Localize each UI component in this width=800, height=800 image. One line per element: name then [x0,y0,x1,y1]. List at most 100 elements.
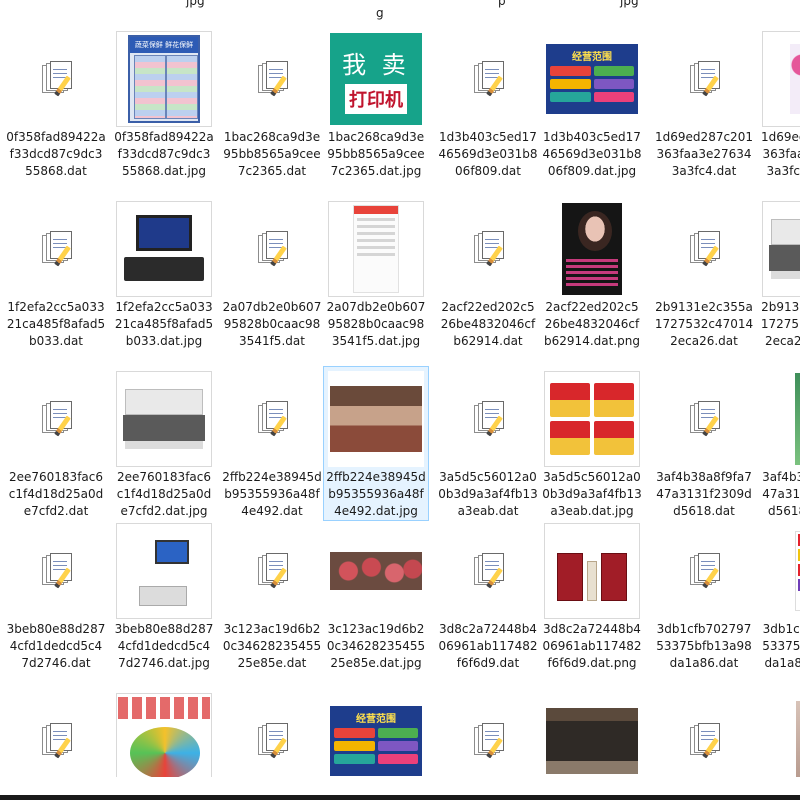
file-thumbnail[interactable] [116,371,212,467]
document-file-icon [472,231,504,267]
file-thumbnail[interactable] [762,371,800,467]
file-item[interactable] [219,688,325,777]
file-thumbnail[interactable] [440,201,536,297]
file-thumbnail[interactable] [440,31,536,127]
document-file-icon [688,553,720,589]
image-file-item[interactable]: 1d69ed287c201363faa3e276343a3fc4.dat.jpg [757,26,800,181]
file-thumbnail[interactable] [8,201,104,297]
file-thumbnail[interactable] [8,523,104,619]
document-file-icon [688,723,720,759]
file-item[interactable]: 2ffb224e38945db95355936a48f4e492.dat [219,366,325,521]
taskbar-edge [0,795,800,800]
file-thumbnail[interactable] [656,201,752,297]
document-file-icon [256,61,288,97]
image-file-item[interactable]: 3db1cfb70279753375bfb13a98da1a86.dat.jpg [757,518,800,673]
image-file-item[interactable]: 3d8c2a72448b406961ab117482f6f6d9.dat.png [539,518,645,673]
file-item[interactable]: 3c123ac19d6b20c34628235455 25e85e.dat [219,518,325,673]
file-thumbnail[interactable] [440,693,536,777]
file-thumbnail[interactable] [116,201,212,297]
file-item[interactable]: 3af4b38a8f9fa747a3131f2309dd5618.dat [651,366,757,521]
image-file-item[interactable]: 3beb80e88d2874cfd1dedcd5c47d2746.dat.jpg [111,518,217,673]
image-file-item[interactable]: 蔬菜保鲜 鲜花保鲜 0f358fad89422af33dcd87c9dc35586… [111,26,217,181]
file-item[interactable]: 2b9131e2c355a1727532c470142eca26.dat [651,196,757,351]
file-thumbnail[interactable] [224,523,320,619]
image-file-item[interactable]: 2acf22ed202c526be4832046cfb62914.dat.png [539,196,645,351]
file-item[interactable]: 0f358fad89422af33dcd87c9dc355868.dat [3,26,109,181]
file-name-label: 2ee760183fac6c1f4d18d25a0de7cfd2.dat [8,470,104,518]
clipped-labels-row: jpg p jpg g [0,0,800,22]
image-file-item[interactable] [539,688,645,777]
file-thumbnail[interactable] [224,31,320,127]
file-thumbnail[interactable] [656,31,752,127]
document-file-icon [256,401,288,437]
file-thumbnail[interactable] [224,371,320,467]
document-file-icon [472,401,504,437]
file-thumbnail[interactable]: 经营范围 [544,31,640,127]
file-item[interactable]: 3beb80e88d2874cfd1dedcd5c47d2746.dat [3,518,109,673]
file-thumbnail[interactable] [656,371,752,467]
sell-printer-image: 我 卖打印机 [330,33,422,125]
file-item[interactable]: 3db1cfb70279753375bfb13a98da1a86.dat [651,518,757,673]
file-thumbnail[interactable] [762,523,800,619]
image-file-item[interactable]: 3af4b38a8f9fa747a3131f2309dd5618.dat.jpg [757,366,800,521]
file-item[interactable]: 2acf22ed202c526be4832046cfb62914.dat [435,196,541,351]
file-item[interactable]: 2ee760183fac6c1f4d18d25a0de7cfd2.dat [3,366,109,521]
file-item[interactable]: 3d8c2a72448b406961ab117482f6f6d9.dat [435,518,541,673]
image-file-item[interactable]: 3a5d5c56012a00b3d9a3af4fb13a3eab.dat.jpg [539,366,645,521]
file-item[interactable] [651,688,757,777]
file-thumbnail[interactable] [440,371,536,467]
file-thumbnail[interactable] [762,693,800,777]
beauty-poster-image [562,203,622,295]
file-thumbnail[interactable] [116,523,212,619]
image-file-item[interactable] [111,688,217,777]
file-thumbnail[interactable] [328,371,424,467]
file-thumbnail[interactable] [440,523,536,619]
file-thumbnail[interactable] [656,693,752,777]
file-thumbnail[interactable] [328,201,424,297]
clipped-label-fragment: jpg [620,0,639,8]
file-thumbnail[interactable]: 蔬菜保鲜 鲜花保鲜 [116,31,212,127]
file-thumbnail[interactable] [328,523,424,619]
file-item[interactable] [435,688,541,777]
file-thumbnail[interactable] [224,693,320,777]
file-name-label: 2b9131e2c355a1727532c470142eca26.dat [654,300,754,348]
image-file-item[interactable]: 1f2efa2cc5a03321ca485f8afad5b033.dat.jpg [111,196,217,351]
image-file-item[interactable]: 2ffb224e38945db95355936a48f4e492.dat.jpg [323,366,429,521]
file-thumbnail[interactable] [116,693,212,777]
file-thumbnail[interactable] [8,31,104,127]
file-thumbnail[interactable] [544,523,640,619]
image-file-item[interactable]: 2ee760183fac6c1f4d18d25a0de7cfd2.dat.jpg [111,366,217,521]
printer-image [765,213,800,285]
wine-gift-box-image [546,541,638,601]
file-item[interactable]: 1d3b403c5ed1746569d3e031b806f809.dat [435,26,541,181]
file-thumbnail[interactable]: 经营范围 [328,693,424,777]
file-thumbnail[interactable] [544,201,640,297]
file-thumbnail[interactable] [762,201,800,297]
image-file-item[interactable]: 2a07db2e0b60795828b0caac983541f5.dat.jpg [323,196,429,351]
image-file-item[interactable]: 经营范围 [323,688,429,777]
green-image [795,373,800,465]
file-item[interactable]: 2a07db2e0b60795828b0caac983541f5.dat [219,196,325,351]
file-thumbnail[interactable] [8,693,104,777]
file-thumbnail[interactable] [544,371,640,467]
file-item[interactable]: 1bac268ca9d3e95bb8565a9cee7c2365.dat [219,26,325,181]
file-thumbnail[interactable] [544,693,640,777]
image-file-item[interactable]: 我 卖打印机 1bac268ca9d3e95bb8565a9cee7c2365.d… [323,26,429,181]
file-thumbnail[interactable] [8,371,104,467]
file-thumbnail[interactable] [762,31,800,127]
file-thumbnail[interactable] [656,523,752,619]
file-item[interactable]: 3a5d5c56012a00b3d9a3af4fb13a3eab.dat [435,366,541,521]
file-name-label: 3beb80e88d2874cfd1dedcd5c47d2746.dat.jpg [114,622,214,670]
file-name-label: 0f358fad89422af33dcd87c9dc355868.dat [6,130,106,178]
file-thumbnail[interactable] [224,201,320,297]
file-item[interactable]: 1f2efa2cc5a03321ca485f8afad5b033.dat [3,196,109,351]
image-file-item[interactable]: 经营范围 1d3b403c5ed1746569d3e031b806f809.dat… [539,26,645,181]
file-thumbnail[interactable]: 我 卖打印机 [328,31,424,127]
file-item[interactable]: 1d69ed287c201363faa3e276343a3fc4.dat [651,26,757,181]
image-file-item[interactable]: 3c123ac19d6b20c34628235455 25e85e.dat.jp… [323,518,429,673]
image-file-item[interactable] [757,688,800,777]
file-name-label: 3db1cfb70279753375bfb13a98da1a86.dat.jpg [762,622,800,670]
file-item[interactable] [3,688,109,777]
file-name-label: 0f358fad89422af33dcd87c9dc355868.dat.jpg [114,130,214,178]
image-file-item[interactable]: 2b9131e2c355a1727532c470142eca26.dat.jpg [757,196,800,351]
